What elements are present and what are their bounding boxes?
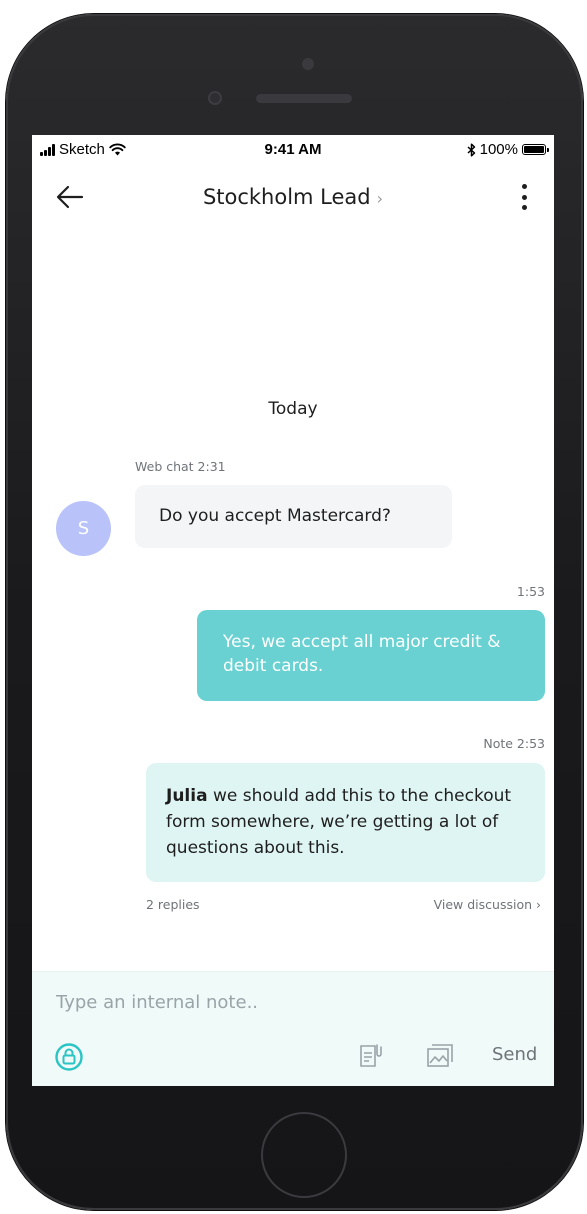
conversation-title[interactable]: Stockholm Lead › [32,185,554,209]
note-replies-row: 2 replies View discussion › [146,897,545,912]
battery-icon [522,144,549,155]
avatar[interactable]: S [56,501,111,556]
conversation-title-text: Stockholm Lead [202,185,371,209]
proximity-sensor [208,91,222,105]
app-screen: Sketch 9:41 AM 100% Stockholm Lead › Toda… [32,135,554,1086]
note-meta: Note 2:53 [483,736,545,751]
view-discussion-link[interactable]: View discussion › [434,897,541,912]
composer: Send [32,971,554,1086]
lock-icon[interactable] [54,1042,84,1072]
earpiece-speaker [256,94,352,103]
battery-percent: 100% [479,141,518,158]
incoming-message: Do you accept Mastercard? [135,485,452,548]
template-icon[interactable] [357,1042,385,1070]
more-vertical-icon[interactable] [520,181,528,213]
outgoing-meta: 1:53 [516,584,545,599]
incoming-meta: Web chat 2:31 [135,459,226,474]
note-author[interactable]: Julia [166,786,208,806]
replies-count[interactable]: 2 replies [146,897,200,912]
outgoing-message: Yes, we accept all major credit & debit … [197,610,545,701]
note-text: we should add this to the checkout form … [166,786,512,858]
internal-note-input[interactable] [56,992,516,1013]
status-right: 100% [467,141,549,158]
status-bar: Sketch 9:41 AM 100% [32,135,554,165]
send-button[interactable]: Send [492,1044,537,1065]
nav-bar: Stockholm Lead › [32,165,554,229]
internal-note: Julia we should add this to the checkout… [146,763,545,882]
date-separator: Today [268,399,318,419]
image-icon[interactable] [425,1042,455,1070]
bluetooth-icon [467,142,475,157]
front-camera [302,58,314,70]
home-button[interactable] [261,1112,347,1198]
chevron-right-icon: › [376,189,384,208]
